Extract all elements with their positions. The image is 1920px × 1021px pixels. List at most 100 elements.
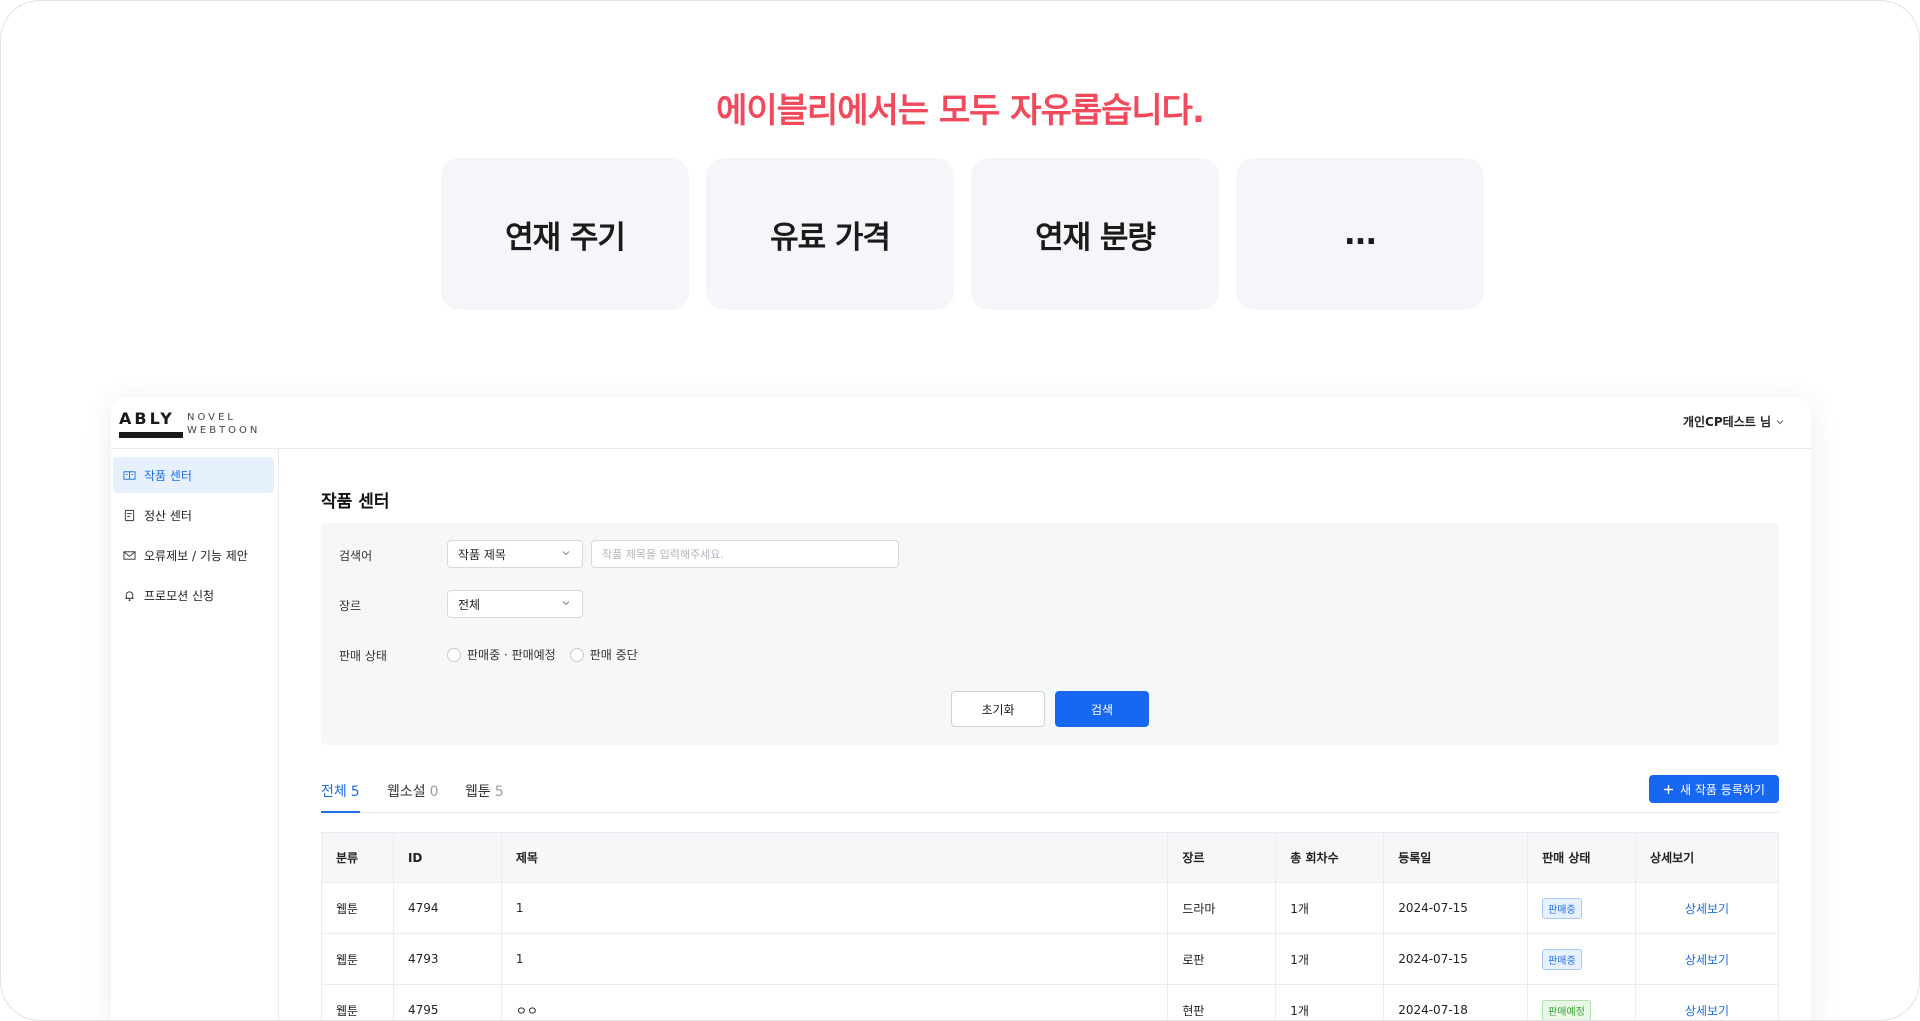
col-episodes: 총 회차수 — [1275, 832, 1385, 883]
cell-episodes: 1개 — [1275, 984, 1385, 1020]
frame: 에이블리에서는 모두 자유롭습니다. 연재 주기 유료 가격 연재 분량 ...… — [0, 0, 1920, 1021]
sidebar-item-label: 작품 센터 — [144, 468, 192, 483]
sidebar-item-label: 오류제보 / 기능 제안 — [144, 548, 248, 563]
logo-brand: ABLY — [119, 409, 175, 428]
radio-stopped[interactable] — [569, 647, 584, 662]
status-badge: 판매중 — [1542, 897, 1582, 919]
status-badge: 판매중 — [1542, 948, 1582, 970]
col-genre: 장르 — [1167, 832, 1277, 883]
sidebar-item-label: 정산 센터 — [144, 508, 192, 523]
feature-card-length: 연재 분량 — [971, 158, 1219, 310]
logo-bar — [119, 432, 183, 438]
cell-category: 웹툰 — [321, 882, 394, 934]
tab-webnovel[interactable]: 웹소설 0 — [387, 781, 439, 811]
search-type-select[interactable]: 작품 제목 — [447, 540, 583, 568]
cell-episodes: 1개 — [1275, 933, 1385, 985]
feature-card-more: ... — [1236, 158, 1484, 310]
search-input[interactable] — [591, 540, 899, 568]
genre-select[interactable]: 전체 — [447, 590, 583, 618]
main-content: 작품 센터 검색어 작품 제목 장르 전체 판매 상태 판매중 · 판매예정 — [321, 449, 1789, 1020]
user-label: 개인CP테스트 님 — [1682, 415, 1771, 429]
sidebar-item-promotion[interactable]: 프로모션 신청 — [113, 577, 274, 613]
tab-label: 전체 — [321, 784, 347, 800]
tab-count: 5 — [350, 784, 360, 800]
topbar: ABLY NOVEL WEBTOON 개인CP테스트 님 — [111, 397, 1811, 449]
cell-genre: 현판 — [1167, 984, 1277, 1020]
cell-episodes: 1개 — [1275, 882, 1385, 934]
search-type-value: 작품 제목 — [458, 547, 506, 562]
search-button[interactable]: 검색 — [1055, 691, 1149, 727]
table-row[interactable]: 웹툰 4793 1 로판 1개 2024-07-15 판매중 상세보기 — [321, 933, 1779, 985]
search-label: 검색어 — [339, 549, 373, 563]
cell-status: 판매예정 — [1527, 984, 1637, 1020]
tab-all[interactable]: 전체 5 — [321, 781, 360, 813]
cell-id: 4794 — [393, 882, 502, 934]
sidebar: 작품 센터 정산 센터 오류제보 / 기능 제안 프로모션 신청 — [111, 449, 279, 1020]
chevron-down-icon — [562, 601, 570, 606]
cell-title: 1 — [501, 933, 1169, 985]
sidebar-item-feedback[interactable]: 오류제보 / 기능 제안 — [113, 537, 274, 573]
filter-panel: 검색어 작품 제목 장르 전체 판매 상태 판매중 · 판매예정 판매 중단 — [321, 523, 1779, 745]
col-category: 분류 — [321, 832, 394, 883]
mail-icon — [123, 550, 136, 560]
receipt-icon — [124, 509, 135, 521]
tab-bar: 전체 5 웹소설 0 웹툰 5 새 작품 등록하기 — [321, 775, 1779, 813]
new-work-label: 새 작품 등록하기 — [1680, 782, 1765, 797]
user-menu[interactable]: 개인CP테스트 님 — [1683, 413, 1785, 430]
bell-icon — [125, 590, 134, 601]
sidebar-item-label: 프로모션 신청 — [144, 588, 215, 603]
logo[interactable]: ABLY NOVEL WEBTOON — [119, 409, 257, 438]
tab-label: 웹소설 — [387, 784, 426, 800]
chevron-down-icon — [562, 551, 570, 556]
sidebar-item-works[interactable]: 작품 센터 — [113, 457, 274, 493]
cell-detail: 상세보기 — [1635, 882, 1779, 934]
table-row[interactable]: 웹툰 4795 ㅇㅇ 현판 1개 2024-07-18 판매예정 상세보기 — [321, 984, 1779, 1020]
page-title: 작품 센터 — [321, 492, 390, 512]
new-work-button[interactable]: 새 작품 등록하기 — [1649, 775, 1779, 803]
cell-category: 웹툰 — [321, 984, 394, 1020]
col-status: 판매 상태 — [1527, 832, 1637, 883]
detail-link[interactable]: 상세보기 — [1650, 900, 1778, 917]
tab-label: 웹툰 — [465, 784, 491, 800]
table-header-row: 분류 ID 제목 장르 총 회차수 등록일 판매 상태 상세보기 — [321, 832, 1779, 883]
col-id: ID — [393, 832, 502, 883]
status-radio-group: 판매중 · 판매예정 판매 중단 — [447, 646, 638, 663]
radio-stopped-label: 판매 중단 — [589, 648, 638, 662]
reset-button[interactable]: 초기화 — [951, 691, 1045, 727]
tab-count: 0 — [429, 784, 439, 800]
book-icon — [123, 470, 136, 480]
detail-link[interactable]: 상세보기 — [1650, 951, 1778, 968]
cell-date: 2024-07-15 — [1383, 933, 1529, 985]
cell-category: 웹툰 — [321, 933, 394, 985]
cell-id: 4793 — [393, 933, 502, 985]
cell-status: 판매중 — [1527, 882, 1637, 934]
works-table: 분류 ID 제목 장르 총 회차수 등록일 판매 상태 상세보기 웹툰 4794 — [321, 832, 1779, 1020]
logo-webtoon: WEBTOON — [187, 425, 261, 436]
feature-cards: 연재 주기 유료 가격 연재 분량 ... — [441, 158, 1484, 310]
cell-title: ㅇㅇ — [501, 984, 1169, 1020]
detail-link[interactable]: 상세보기 — [1650, 1002, 1778, 1019]
plus-icon — [1664, 784, 1674, 794]
table-row[interactable]: 웹툰 4794 1 드라마 1개 2024-07-15 판매중 상세보기 — [321, 882, 1779, 934]
feature-card-cycle: 연재 주기 — [441, 158, 689, 310]
cell-date: 2024-07-18 — [1383, 984, 1529, 1020]
cell-date: 2024-07-15 — [1383, 882, 1529, 934]
cell-id: 4795 — [393, 984, 502, 1020]
tab-count: 5 — [494, 784, 504, 800]
sidebar-item-settlement[interactable]: 정산 센터 — [113, 497, 274, 533]
cell-genre: 드라마 — [1167, 882, 1277, 934]
col-detail: 상세보기 — [1635, 832, 1779, 883]
tab-webtoon[interactable]: 웹툰 5 — [465, 781, 504, 811]
col-title: 제목 — [501, 832, 1169, 883]
feature-card-price: 유료 가격 — [706, 158, 954, 310]
app-window: ABLY NOVEL WEBTOON 개인CP테스트 님 작품 센터 정산 센터 — [111, 397, 1811, 1020]
chevron-down-icon — [1776, 419, 1784, 424]
cell-status: 판매중 — [1527, 933, 1637, 985]
status-badge: 판매예정 — [1542, 999, 1591, 1020]
radio-on-sale[interactable] — [447, 647, 461, 662]
cell-detail: 상세보기 — [1635, 933, 1779, 985]
status-label: 판매 상태 — [339, 649, 387, 663]
genre-label: 장르 — [339, 599, 362, 613]
genre-value: 전체 — [458, 597, 481, 612]
logo-novel: NOVEL — [187, 412, 236, 423]
